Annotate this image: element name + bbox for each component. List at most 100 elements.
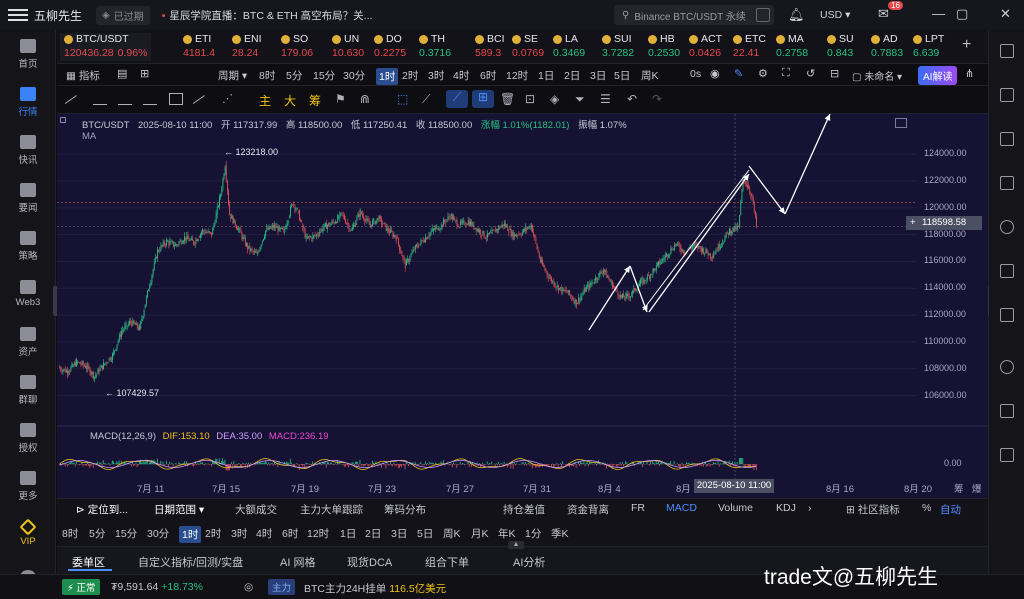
bottom-timeframe-12[interactable]: 3日	[391, 526, 407, 541]
ticker-item[interactable]: HB 0.2530	[648, 33, 680, 61]
timeframe-0[interactable]: 8时	[259, 68, 275, 83]
magnet-icon[interactable]: ⋒	[360, 92, 370, 106]
timeframe-12[interactable]: 3日	[590, 68, 606, 83]
alert-icon[interactable]	[1000, 308, 1014, 322]
plus-icon[interactable]: +	[910, 216, 916, 230]
bottom-timeframe-18[interactable]: 季K	[551, 526, 569, 541]
bottom-tab-3[interactable]: 现货DCA	[347, 554, 392, 570]
mail-icon[interactable]: ✉	[878, 6, 889, 22]
minimize-icon[interactable]: —	[932, 6, 945, 21]
news-ticker[interactable]: • 星辰学院直播：BTC & ETH 高空布局？关...	[162, 8, 373, 23]
nav-auth[interactable]: 授权	[0, 414, 56, 462]
bottom-timeframe-13[interactable]: 5日	[417, 526, 433, 541]
bottom-timeframe-5[interactable]: 2时	[205, 526, 221, 541]
indicator-item-4[interactable]: 资金背离	[567, 502, 609, 517]
chip-toggle[interactable]: 筹	[309, 92, 321, 109]
eye-icon[interactable]: ◎	[244, 581, 253, 593]
notification-icon[interactable]	[1000, 360, 1014, 374]
ticker-item[interactable]: BTC/USDT 120436.28 0.96%	[60, 33, 152, 61]
nav-assets[interactable]: 资产	[0, 318, 56, 366]
redo-icon[interactable]: ↷	[652, 92, 662, 106]
date-range-select[interactable]: 日期范围 ▾	[154, 502, 204, 517]
undo-icon[interactable]: ↺	[806, 67, 815, 80]
next-indicator-icon[interactable]: ›	[808, 502, 812, 514]
maximize-icon[interactable]: ▢	[956, 6, 968, 22]
nav-home[interactable]: 首页	[0, 30, 56, 78]
timeframe-8[interactable]: 6时	[480, 68, 496, 83]
layers-icon[interactable]: ◈	[550, 92, 559, 106]
bottom-timeframe-3[interactable]: 30分	[147, 526, 169, 541]
bottom-timeframe-1[interactable]: 5分	[89, 526, 105, 541]
nav-news[interactable]: 要闻	[0, 174, 56, 222]
ticker-item[interactable]: MA 0.2758	[776, 33, 808, 61]
timeframe-1[interactable]: 5分	[286, 68, 302, 83]
parallel-lines-icon[interactable]	[93, 93, 107, 105]
camera-icon[interactable]: ◉	[710, 67, 720, 80]
indicator-item-0[interactable]: 大额成交	[235, 502, 277, 517]
period-select[interactable]: 周期 ▾	[218, 68, 247, 83]
timeframe-9[interactable]: 12时	[506, 68, 528, 83]
bottom-timeframe-6[interactable]: 3时	[231, 526, 247, 541]
bottom-timeframe-8[interactable]: 6时	[282, 526, 298, 541]
main-force-toggle[interactable]: 主	[259, 92, 271, 109]
timeframe-10[interactable]: 1日	[538, 68, 554, 83]
currency-select[interactable]: USD ▾	[820, 9, 850, 21]
fullscreen-icon[interactable]: ⛶	[782, 67, 790, 80]
timeframe-7[interactable]: 4时	[453, 68, 469, 83]
rectangle-icon[interactable]	[169, 93, 183, 105]
ruler-icon[interactable]: ⟋	[422, 92, 430, 107]
menu-icon[interactable]	[8, 6, 28, 24]
nav-flash[interactable]: 快讯	[0, 126, 56, 174]
indicator-item-3[interactable]: 持仓差值	[503, 502, 545, 517]
ticker-item[interactable]: ETI 4181.4	[183, 33, 215, 61]
horizontal-lines-icon[interactable]	[118, 93, 132, 105]
timeframe-4[interactable]: 1时	[376, 68, 399, 85]
bottom-timeframe-15[interactable]: 月K	[471, 526, 489, 541]
ticker-item[interactable]: ACT 0.0426	[689, 33, 722, 61]
layout-name-select[interactable]: ▢ 未命名 ▾	[852, 68, 902, 83]
ticker-item[interactable]: SE 0.0769	[512, 33, 544, 61]
ticker-item[interactable]: SU 0.843	[827, 33, 854, 61]
calendar-icon[interactable]	[1000, 132, 1014, 146]
undo-icon[interactable]: ↶	[627, 92, 637, 106]
main-force-info[interactable]: BTC主力24H挂单 116.5亿美元	[304, 581, 446, 596]
locate-button[interactable]: ⊳ 定位到...	[76, 502, 128, 517]
percent-toggle[interactable]: %	[922, 502, 931, 514]
collapse-panel-icon[interactable]: ▲	[508, 541, 524, 549]
timeframe-2[interactable]: 15分	[313, 68, 335, 83]
edit-icon[interactable]	[1000, 404, 1014, 418]
ticker-item[interactable]: ENI 28.24	[232, 33, 262, 61]
bottom-tab-1[interactable]: 自定义指标/回测/实盘	[138, 554, 243, 570]
bottom-timeframe-0[interactable]: 8时	[62, 526, 78, 541]
select-icon[interactable]: ⬚	[397, 92, 408, 106]
indicator-item-1[interactable]: 主力大单跟踪	[300, 502, 363, 517]
indicator-item-2[interactable]: 筹码分布	[384, 502, 426, 517]
community-indicators-button[interactable]: ⊞ 社区指标	[846, 502, 900, 517]
template-icon[interactable]: ⊞	[140, 67, 149, 80]
share-icon[interactable]: ⋔	[965, 67, 974, 80]
watchlist-icon[interactable]	[1000, 44, 1014, 58]
indicator-item-6[interactable]: MACD	[666, 502, 697, 514]
flag-icon[interactable]: ⚑	[335, 92, 346, 106]
trash-icon[interactable]: 🗑︎	[500, 92, 515, 106]
layers-icon[interactable]	[1000, 264, 1014, 278]
bottom-timeframe-16[interactable]: 年K	[498, 526, 516, 541]
list-icon[interactable]	[1000, 176, 1014, 190]
bottom-tab-5[interactable]: AI分析	[513, 554, 545, 570]
timeframe-13[interactable]: 5日	[614, 68, 630, 83]
indicator-button[interactable]: ▦ 指标	[66, 68, 100, 83]
large-order-toggle[interactable]: 大	[284, 92, 296, 109]
indicator-item-8[interactable]: KDJ	[776, 502, 796, 514]
timeframe-6[interactable]: 3时	[428, 68, 444, 83]
nav-more[interactable]: 更多	[0, 462, 56, 510]
pencil-icon[interactable]: ✎	[734, 67, 743, 80]
bottom-tab-2[interactable]: AI 网格	[280, 554, 315, 570]
list-icon[interactable]: ☰	[600, 92, 611, 106]
ticker-item[interactable]: BCI 589.3	[475, 33, 505, 61]
clock-icon[interactable]	[1000, 220, 1014, 234]
ticker-item[interactable]: UN 10.630	[332, 33, 364, 61]
nav-strategy[interactable]: 策略	[0, 222, 56, 270]
filter-icon[interactable]: ⏷	[575, 92, 585, 107]
close-icon[interactable]: ✕	[1000, 6, 1011, 22]
nav-web3[interactable]: Web3	[0, 270, 56, 318]
